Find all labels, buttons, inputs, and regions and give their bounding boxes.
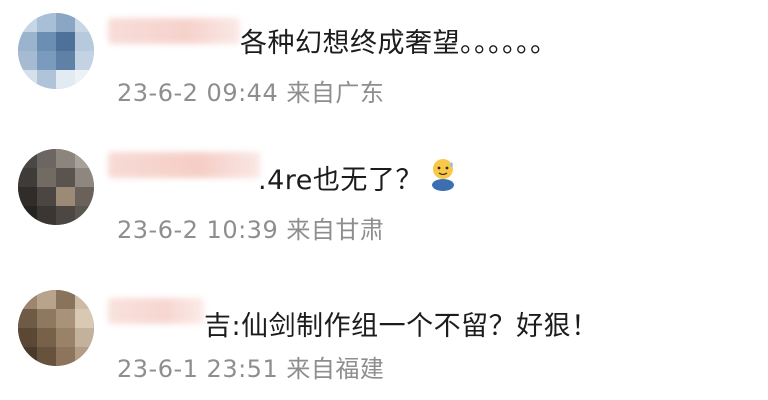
avatar[interactable]: [18, 290, 94, 366]
comment-date: 23-6-1: [117, 355, 199, 383]
comment-date: 23-6-2: [117, 216, 199, 244]
comment-location: 来自甘肃: [286, 216, 385, 244]
comment-text: .4re也无了？: [258, 165, 423, 196]
username-blurred[interactable]: [108, 298, 204, 324]
comment-location: 来自福建: [286, 355, 385, 383]
comment-item: 吉:仙剑制作组一个不留？好狠！ 23-6-1 23:51 来自福建: [0, 0, 768, 383]
username-blurred[interactable]: [108, 152, 260, 178]
comment-meta: 23-6-2 10:39 来自甘肃: [117, 210, 384, 245]
comment-text: 吉:仙剑制作组一个不留？好狠！: [204, 311, 599, 342]
comment-time: 10:39: [206, 216, 279, 244]
comment-meta: 23-6-1 23:51 来自福建: [117, 349, 384, 384]
sweat-smile-emoji-icon: [432, 159, 454, 191]
comment-time: 23:51: [206, 355, 279, 383]
avatar[interactable]: [18, 149, 94, 225]
